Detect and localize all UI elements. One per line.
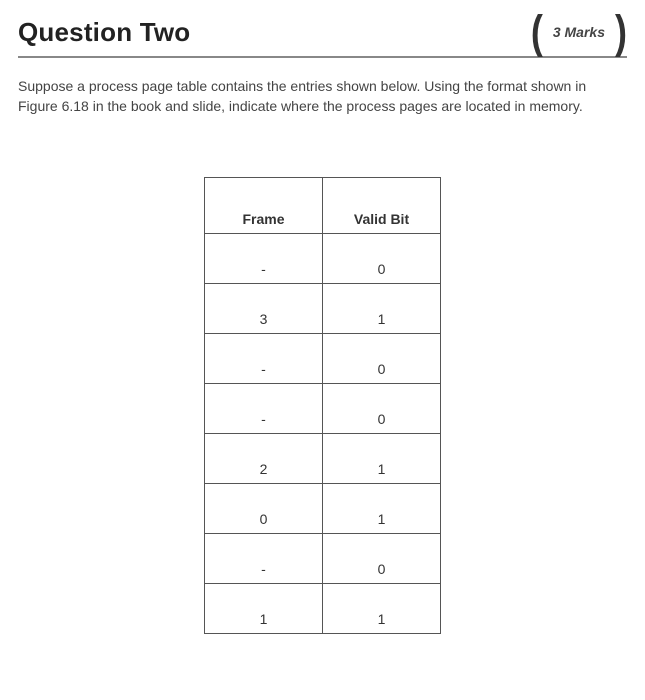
cell-frame: 3: [205, 283, 323, 333]
cell-valid: 1: [323, 283, 441, 333]
table-row: 1 1: [205, 583, 441, 633]
cell-valid: 0: [323, 333, 441, 383]
cell-frame: 0: [205, 483, 323, 533]
table-row: 3 1: [205, 283, 441, 333]
cell-valid: 1: [323, 483, 441, 533]
table-row: - 0: [205, 333, 441, 383]
question-prompt: Suppose a process page table contains th…: [18, 76, 627, 117]
table-row: 0 1: [205, 483, 441, 533]
cell-frame: -: [205, 533, 323, 583]
page-table: Frame Valid Bit - 0 3 1 - 0 - 0 2: [204, 177, 441, 634]
table-row: - 0: [205, 233, 441, 283]
marks-container: ( 3 Marks ): [531, 14, 627, 50]
cell-frame: -: [205, 383, 323, 433]
bracket-right-icon: ): [615, 9, 627, 56]
marks-label: 3 Marks: [549, 24, 609, 40]
cell-valid: 1: [323, 433, 441, 483]
question-header: Question Two ( 3 Marks ): [18, 14, 627, 58]
cell-valid: 1: [323, 583, 441, 633]
col-header-valid: Valid Bit: [323, 177, 441, 233]
bracket-left-icon: (: [531, 9, 543, 56]
cell-frame: 2: [205, 433, 323, 483]
col-header-frame: Frame: [205, 177, 323, 233]
table-row: - 0: [205, 533, 441, 583]
question-title: Question Two: [18, 17, 190, 48]
cell-frame: -: [205, 233, 323, 283]
cell-frame: 1: [205, 583, 323, 633]
table-row: 2 1: [205, 433, 441, 483]
cell-valid: 0: [323, 383, 441, 433]
cell-valid: 0: [323, 533, 441, 583]
page-table-container: Frame Valid Bit - 0 3 1 - 0 - 0 2: [18, 177, 627, 634]
cell-frame: -: [205, 333, 323, 383]
table-header-row: Frame Valid Bit: [205, 177, 441, 233]
cell-valid: 0: [323, 233, 441, 283]
table-row: - 0: [205, 383, 441, 433]
